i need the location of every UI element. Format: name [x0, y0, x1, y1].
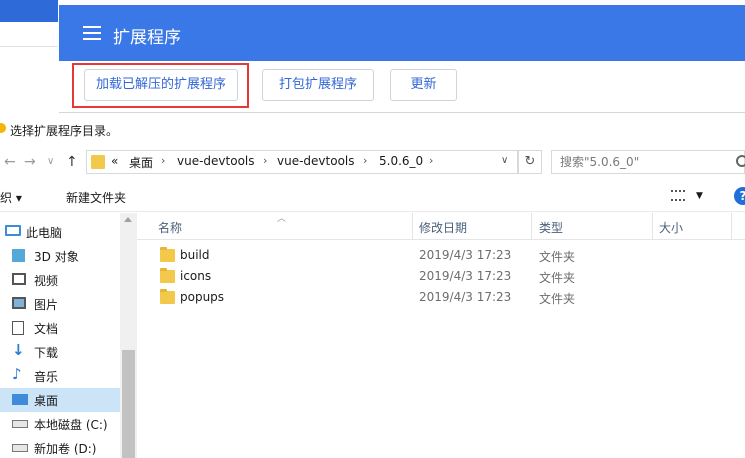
breadcrumb-overflow[interactable]: « — [111, 154, 118, 168]
file-row[interactable]: popups 2019/4/3 17:23 文件夹 — [137, 288, 745, 309]
update-button[interactable]: 更新 — [390, 69, 457, 101]
nav-item-documents[interactable]: 文档 — [0, 316, 120, 340]
nav-label: 此电脑 — [26, 226, 63, 240]
drive-icon — [12, 444, 28, 452]
scroll-up-icon[interactable] — [124, 217, 132, 222]
nav-label: 本地磁盘 (C:) — [34, 418, 108, 432]
file-type: 文件夹 — [539, 250, 576, 264]
nav-item-this-pc[interactable]: 此电脑 — [0, 220, 120, 244]
nav-label: 桌面 — [34, 394, 59, 408]
nav-label: 图片 — [34, 298, 59, 312]
file-list-header: ︿ 名称 修改日期 类型 大小 — [137, 213, 745, 240]
file-row[interactable]: build 2019/4/3 17:23 文件夹 — [137, 246, 745, 267]
navigation-pane: 此电脑 3D 对象 视频 图片 文档 ↓ 下载 ♪ 音乐 桌面 本地磁盘 (C:… — [0, 213, 120, 458]
computer-icon — [5, 225, 21, 236]
search-box[interactable] — [551, 150, 745, 174]
chevron-right-icon[interactable]: › — [429, 154, 433, 167]
music-icon: ♪ — [12, 365, 22, 383]
search-input[interactable] — [560, 154, 730, 170]
nav-item-videos[interactable]: 视频 — [0, 268, 120, 292]
nav-label: 下载 — [34, 346, 59, 360]
nav-item-music[interactable]: ♪ 音乐 — [0, 364, 120, 388]
refresh-icon[interactable]: ↻ — [518, 150, 542, 174]
sort-ascending-icon: ︿ — [277, 214, 287, 224]
file-name: build — [180, 248, 210, 262]
folder-icon — [160, 247, 175, 262]
nav-label: 新加卷 (D:) — [34, 442, 97, 456]
file-type: 文件夹 — [539, 292, 576, 306]
column-divider[interactable] — [731, 213, 732, 240]
help-icon[interactable]: ? — [734, 187, 745, 205]
background-window-strip — [0, 0, 58, 66]
breadcrumb-item[interactable]: vue-devtools — [277, 154, 355, 168]
chevron-right-icon[interactable]: › — [363, 154, 367, 167]
extensions-toolbar: 加载已解压的扩展程序 打包扩展程序 更新 — [59, 61, 745, 113]
divider — [0, 46, 58, 47]
menu-icon[interactable] — [83, 26, 101, 40]
nav-item-drive-d[interactable]: 新加卷 (D:) — [0, 436, 120, 458]
nav-item-3d-objects[interactable]: 3D 对象 — [0, 244, 120, 268]
navigation-scrollbar[interactable] — [120, 213, 137, 458]
nav-item-desktop[interactable]: 桌面 — [0, 388, 120, 412]
nav-label: 音乐 — [34, 370, 59, 384]
column-divider[interactable] — [412, 213, 413, 240]
up-icon[interactable]: ↑ — [66, 154, 78, 170]
view-dropdown-icon[interactable]: ▼ — [696, 191, 703, 201]
scrollbar-thumb[interactable] — [122, 350, 135, 458]
file-type: 文件夹 — [539, 271, 576, 285]
back-icon[interactable]: ← — [4, 154, 16, 170]
nav-label: 3D 对象 — [34, 250, 79, 264]
file-date: 2019/4/3 17:23 — [419, 248, 512, 262]
column-type[interactable]: 类型 — [539, 219, 563, 236]
nav-label: 视频 — [34, 274, 59, 288]
recent-dropdown-icon[interactable]: ∨ — [47, 156, 54, 167]
chevron-right-icon[interactable]: › — [161, 154, 165, 167]
desktop-icon — [12, 394, 28, 405]
column-name[interactable]: 名称 — [158, 219, 182, 236]
nav-item-downloads[interactable]: ↓ 下载 — [0, 340, 120, 364]
new-folder-button[interactable]: 新建文件夹 — [66, 189, 126, 206]
nav-label: 文档 — [34, 322, 59, 336]
dialog-titlebar: 选择扩展程序目录。 — [0, 114, 745, 146]
pack-extension-button[interactable]: 打包扩展程序 — [262, 69, 374, 101]
file-date: 2019/4/3 17:23 — [419, 269, 512, 283]
breadcrumb-item[interactable]: 桌面 — [129, 154, 153, 171]
nav-item-pictures[interactable]: 图片 — [0, 292, 120, 316]
forward-icon[interactable]: → — [24, 154, 36, 170]
command-bar: 组织 ▾ 新建文件夹 ▼ ? — [0, 180, 745, 212]
background-titlebar — [0, 0, 58, 22]
cube-icon — [12, 249, 25, 262]
file-date: 2019/4/3 17:23 — [419, 290, 512, 304]
view-options-icon[interactable] — [671, 190, 685, 201]
search-icon[interactable] — [736, 155, 745, 167]
organize-menu[interactable]: 组织 ▾ — [0, 189, 22, 206]
dialog-title: 选择扩展程序目录。 — [10, 124, 119, 138]
load-unpacked-button[interactable]: 加载已解压的扩展程序 — [84, 69, 238, 101]
page-title: 扩展程序 — [113, 28, 181, 48]
extensions-header: 扩展程序 — [59, 5, 745, 61]
column-divider[interactable] — [531, 213, 532, 240]
chevron-down-icon[interactable]: ∨ — [501, 155, 508, 166]
address-row: ← → ∨ ↑ « 桌面 › vue-devtools › vue-devtoo… — [0, 146, 745, 178]
folder-icon — [160, 289, 175, 304]
file-row[interactable]: icons 2019/4/3 17:23 文件夹 — [137, 267, 745, 288]
download-icon: ↓ — [12, 341, 25, 359]
column-divider[interactable] — [652, 213, 653, 240]
drive-icon — [12, 420, 28, 428]
picture-icon — [12, 297, 26, 309]
breadcrumb-item[interactable]: vue-devtools — [177, 154, 255, 168]
chrome-icon — [0, 123, 6, 133]
file-name: popups — [180, 290, 225, 304]
folder-icon — [91, 155, 105, 169]
video-icon — [12, 273, 26, 285]
document-icon — [12, 321, 24, 335]
column-date-modified[interactable]: 修改日期 — [419, 219, 467, 236]
folder-icon — [160, 268, 175, 283]
nav-item-drive-c[interactable]: 本地磁盘 (C:) — [0, 412, 120, 436]
breadcrumb-item[interactable]: 5.0.6_0 — [379, 154, 423, 168]
column-size[interactable]: 大小 — [659, 219, 683, 236]
chevron-right-icon[interactable]: › — [263, 154, 267, 167]
address-bar[interactable]: « 桌面 › vue-devtools › vue-devtools › 5.0… — [86, 150, 518, 174]
file-name: icons — [180, 269, 212, 283]
